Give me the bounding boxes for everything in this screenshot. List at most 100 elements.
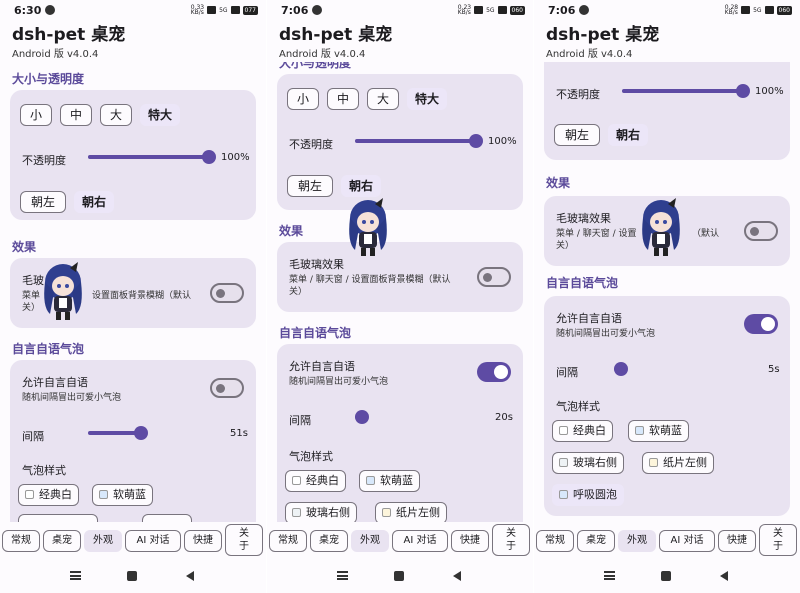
tab-ai-chat[interactable]: AI 对话	[125, 530, 181, 552]
nav-back-icon[interactable]	[453, 571, 461, 581]
slider-thumb[interactable]	[469, 134, 483, 148]
nav-menu-icon[interactable]	[337, 571, 348, 580]
opacity-value: 100%	[755, 86, 784, 97]
bubble-style-classic-white[interactable]: 经典白	[552, 420, 613, 442]
desktop-pet-mascot[interactable]	[638, 198, 684, 258]
settings-scroll[interactable]: 不透明度 100% 朝左 朝右 效果 毛玻璃效果 菜单 / 聊天窗 / 设置 （…	[534, 62, 800, 522]
signal-label: 5G	[753, 6, 762, 14]
nav-menu-icon[interactable]	[604, 571, 615, 580]
slider-thumb[interactable]	[355, 410, 369, 424]
tab-appearance[interactable]: 外观	[351, 530, 389, 552]
bubble-style-soft-blue[interactable]: 软萌蓝	[628, 420, 689, 442]
bottom-tabs: 常规 桌宠 外观 AI 对话 快捷 关 于	[0, 524, 266, 558]
glass-effect-toggle[interactable]	[477, 267, 511, 287]
opacity-slider[interactable]	[355, 134, 483, 148]
tab-appearance[interactable]: 外观	[618, 530, 656, 552]
slider-thumb[interactable]	[736, 84, 750, 98]
nav-home-icon[interactable]	[394, 571, 404, 581]
tab-pet[interactable]: 桌宠	[310, 530, 348, 552]
interval-slider[interactable]	[355, 410, 483, 424]
self-talk-toggle[interactable]	[744, 314, 778, 334]
face-right-button[interactable]: 朝右	[74, 191, 115, 213]
self-talk-label: 允许自言自语	[289, 360, 355, 373]
tab-general[interactable]: 常规	[536, 530, 574, 552]
settings-small-icon	[312, 5, 322, 15]
settings-scroll[interactable]: 大小与透明度 小 中 大 特大 不透明度 100% 朝左 朝右 效果 毛玻 菜单…	[0, 62, 266, 522]
size-medium-button[interactable]: 中	[327, 88, 359, 110]
bubble-style-soft-blue[interactable]: 软萌蓝	[359, 470, 420, 492]
bubble-card: 允许自言自语 随机间隔冒出可爱小气泡 间隔 51s 气泡样式 经典白 软萌蓝	[10, 360, 256, 522]
face-right-button[interactable]: 朝右	[608, 124, 649, 146]
size-opacity-card: 小 中 大 特大 不透明度 100% 朝左 朝右	[277, 74, 523, 210]
bubble-style-breathing-round[interactable]: 呼吸圆泡	[552, 484, 624, 506]
size-large-button[interactable]: 大	[100, 104, 132, 126]
face-left-button[interactable]: 朝左	[287, 175, 333, 197]
tab-appearance[interactable]: 外观	[84, 530, 122, 552]
app-title: dsh-pet 桌宠	[279, 25, 393, 45]
phone-screen-3: 7:06 0.28 KB/s 5G 060 dsh-pet 桌宠 Android…	[534, 0, 800, 593]
size-small-button[interactable]: 小	[287, 88, 319, 110]
network-speed: 0.28 KB/s	[724, 4, 739, 16]
self-talk-toggle[interactable]	[210, 378, 244, 398]
face-left-button[interactable]: 朝左	[554, 124, 600, 146]
nav-menu-icon[interactable]	[70, 571, 81, 580]
battery-icon: 060	[776, 5, 792, 15]
settings-scroll[interactable]: 大小与透明度 小 中 大 特大 不透明度 100% 朝左 朝右 效果 毛玻璃效果…	[267, 62, 533, 522]
self-talk-toggle[interactable]	[477, 362, 511, 382]
nav-back-icon[interactable]	[720, 571, 728, 581]
bubble-style-soft-blue[interactable]: 软萌蓝	[92, 484, 153, 506]
bubble-style-partial-chip[interactable]	[18, 514, 98, 522]
bubble-style-paper-left[interactable]: 纸片左侧	[375, 502, 447, 522]
tab-about[interactable]: 关 于	[492, 524, 530, 556]
desktop-pet-mascot[interactable]	[40, 262, 86, 322]
face-left-button[interactable]: 朝左	[20, 191, 66, 213]
size-large-button[interactable]: 大	[367, 88, 399, 110]
slider-thumb[interactable]	[202, 150, 216, 164]
tab-pet[interactable]: 桌宠	[577, 530, 615, 552]
tab-shortcuts[interactable]: 快捷	[718, 530, 756, 552]
glass-effect-desc-line2: 关）	[22, 303, 41, 313]
status-icons: 0.33 KB/s 5G 077	[191, 5, 258, 16]
opacity-slider[interactable]	[622, 84, 750, 98]
tab-ai-chat[interactable]: AI 对话	[659, 530, 715, 552]
bubble-style-paper-left[interactable]: 纸片左侧	[642, 452, 714, 474]
desktop-pet-mascot[interactable]	[345, 198, 391, 258]
bubble-style-glass-right[interactable]: 玻璃右侧	[285, 502, 357, 522]
interval-slider[interactable]	[614, 362, 742, 376]
network-speed: 0.23 KB/s	[457, 4, 472, 16]
nav-home-icon[interactable]	[661, 571, 671, 581]
opacity-slider[interactable]	[88, 150, 216, 164]
bubble-style-glass-right[interactable]: 玻璃右侧	[552, 452, 624, 474]
glass-effect-toggle[interactable]	[210, 283, 244, 303]
tab-shortcuts[interactable]: 快捷	[184, 530, 222, 552]
settings-small-icon	[45, 5, 55, 15]
tab-pet[interactable]: 桌宠	[43, 530, 81, 552]
tab-about[interactable]: 关 于	[225, 524, 263, 556]
tab-ai-chat[interactable]: AI 对话	[392, 530, 448, 552]
size-xlarge-button[interactable]: 特大	[140, 104, 181, 126]
bubble-style-label: 气泡样式	[556, 400, 600, 413]
bottom-tabs: 常规 桌宠 外观 AI 对话 快捷 关 于	[534, 524, 800, 558]
nav-back-icon[interactable]	[186, 571, 194, 581]
size-xlarge-button[interactable]: 特大	[407, 88, 448, 110]
slider-thumb[interactable]	[614, 362, 628, 376]
glass-effect-desc-line2: 关）	[289, 287, 308, 297]
bubble-style-label: 气泡样式	[22, 464, 66, 477]
status-bar: 7:06 0.23 KB/s 5G 060	[267, 0, 533, 20]
bubble-style-partial-chip[interactable]	[142, 514, 192, 522]
section-effects: 效果	[12, 240, 37, 254]
bubble-style-classic-white[interactable]: 经典白	[18, 484, 79, 506]
size-medium-button[interactable]: 中	[60, 104, 92, 126]
interval-slider[interactable]	[88, 426, 216, 440]
slider-thumb[interactable]	[133, 426, 148, 440]
tab-shortcuts[interactable]: 快捷	[451, 530, 489, 552]
tab-about[interactable]: 关 于	[759, 524, 797, 556]
nav-home-icon[interactable]	[127, 571, 137, 581]
tab-general[interactable]: 常规	[2, 530, 40, 552]
system-nav-bar	[0, 565, 266, 589]
bubble-style-classic-white[interactable]: 经典白	[285, 470, 346, 492]
glass-effect-toggle[interactable]	[744, 221, 778, 241]
tab-general[interactable]: 常规	[269, 530, 307, 552]
face-right-button[interactable]: 朝右	[341, 175, 382, 197]
size-small-button[interactable]: 小	[20, 104, 52, 126]
